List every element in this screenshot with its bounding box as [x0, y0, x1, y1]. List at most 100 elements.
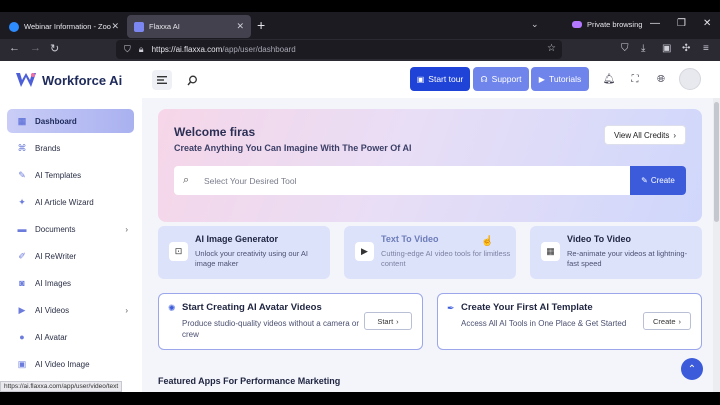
close-tab-icon[interactable]: ✕	[236, 21, 244, 32]
view-all-credits-button[interactable]: View All Credits ›	[604, 125, 686, 145]
bell-icon[interactable]: 🔔︎	[601, 71, 617, 87]
featured-apps-heading: Featured Apps For Performance Marketing	[158, 376, 341, 386]
start-button[interactable]: Start ›	[364, 312, 412, 330]
tool-card-title: Video To Video	[567, 234, 632, 244]
address-bar[interactable]: ⛉ 🔒︎ https://ai.flaxxa.com/app/user/dash…	[116, 40, 562, 59]
sidebar-item-dashboard[interactable]: ▦ Dashboard	[7, 109, 134, 133]
sidebar-item-ai-templates[interactable]: ✎ AI Templates	[7, 163, 134, 187]
new-tab-icon[interactable]: +	[257, 17, 265, 33]
extensions-icon[interactable]: ✣	[682, 43, 690, 54]
tab-zoom[interactable]: Webinar Information - Zoom ✕	[2, 15, 126, 38]
close-tab-icon[interactable]: ✕	[111, 21, 119, 32]
tool-search-input[interactable]	[204, 166, 624, 195]
page-scrollbar[interactable]	[713, 98, 720, 405]
zoom-favicon-icon	[9, 21, 19, 32]
brand-name: Workforce Ai	[42, 72, 123, 88]
fullscreen-icon[interactable]: ⛶	[627, 71, 643, 87]
sidebar-item-ai-images[interactable]: ◙ AI Images	[7, 271, 134, 295]
brands-icon: ⌘	[17, 142, 27, 153]
back-icon[interactable]: ←	[9, 42, 20, 54]
start-tour-button[interactable]: ▣ Start tour	[410, 67, 470, 91]
sidebar-item-ai-avatar[interactable]: ● AI Avatar	[7, 325, 134, 349]
tool-card-ai-image-generator[interactable]: ⊡ AI Image Generator Unlock your creativ…	[158, 226, 330, 279]
sidebar-item-ai-video-image[interactable]: ▣ AI Video Image	[7, 352, 134, 376]
action-card-desc: Produce studio-quality videos without a …	[182, 319, 359, 339]
tab-title: Flaxxa AI	[149, 22, 180, 31]
app-page: Workforce Ai ▣ Start tour ☊ Support ▶ Tu…	[0, 61, 720, 405]
download-icon[interactable]: ⤓	[641, 43, 645, 54]
pocket-icon[interactable]: ⛉	[621, 43, 629, 54]
tool-card-video-to-video[interactable]: ▦ Video To Video Re-animate your videos …	[530, 226, 702, 279]
avatar-icon: ●	[19, 332, 25, 342]
chevron-right-icon: ›	[125, 224, 128, 234]
tool-card-title: AI Image Generator	[195, 234, 279, 244]
sidebar-item-ai-rewriter[interactable]: ✐ AI ReWriter	[7, 244, 134, 268]
minimize-icon[interactable]: —	[650, 18, 660, 29]
action-card-desc: Access All AI Tools in One Place & Get S…	[461, 319, 627, 328]
tutorials-button[interactable]: ▶ Tutorials	[531, 67, 589, 91]
sidebar-item-ai-article-wizard[interactable]: ✦ AI Article Wizard	[7, 190, 134, 214]
avatar[interactable]	[679, 68, 701, 90]
start-label: Start	[377, 316, 394, 326]
sidebar-item-ai-videos[interactable]: ▶ AI Videos ›	[7, 298, 134, 322]
welcome-banner: Welcome firas Create Anything You Can Im…	[158, 109, 702, 222]
screenshot-icon[interactable]: ▣	[662, 43, 671, 54]
tool-card-desc: Cutting-edge AI video tools for limitles…	[381, 249, 511, 268]
sidebar-item-brands[interactable]: ⌘ Brands	[7, 136, 134, 160]
screen-top-border	[0, 0, 720, 12]
hamburger-icon	[157, 76, 167, 84]
reload-icon[interactable]: ↻	[50, 42, 59, 55]
sidebar-item-label: Dashboard	[35, 116, 77, 126]
avatar-star-icon: ✺	[168, 303, 176, 313]
sidebar-item-label: AI Videos	[35, 305, 70, 315]
chevron-right-icon: ›	[125, 305, 128, 315]
browser-nav-bar: ← → ↻ ⛉ 🔒︎ https://ai.flaxxa.com/app/use…	[0, 39, 720, 61]
private-mask-icon	[572, 21, 582, 28]
support-label: Support	[491, 74, 522, 84]
flaxxa-favicon-icon	[134, 21, 144, 32]
bookmark-star-icon[interactable]: ☆	[547, 43, 556, 54]
ai-template-card: ✒ Create Your First AI Template Access A…	[437, 293, 702, 350]
sidebar-item-label: AI ReWriter	[35, 251, 77, 261]
sidebar-item-label: AI Video Image	[35, 359, 90, 369]
scrollbar-thumb[interactable]	[714, 102, 719, 222]
search-icon	[186, 75, 197, 85]
private-browsing-indicator: Private browsing	[572, 20, 642, 29]
sidebar-item-label: AI Templates	[35, 170, 82, 180]
view-all-credits-label: View All Credits	[613, 130, 670, 140]
maximize-icon[interactable]: ❐	[677, 18, 686, 29]
close-window-icon[interactable]: ✕	[703, 18, 711, 29]
search-icon: ⌕	[183, 174, 190, 186]
mouse-pointer-icon: ☝	[481, 236, 494, 247]
create-button[interactable]: ✎ Create	[630, 166, 686, 195]
sidebar-item-documents[interactable]: ▬ Documents ›	[7, 217, 134, 241]
double-chevron-up-icon: ⌃	[687, 363, 697, 375]
sidebar: ▦ Dashboard ⌘ Brands ✎ AI Templates ✦ AI…	[0, 98, 142, 405]
rewriter-icon: ✐	[18, 250, 26, 261]
header-search-button[interactable]	[182, 70, 202, 90]
chevron-down-icon[interactable]: ⌄	[531, 19, 539, 30]
shield-icon[interactable]: ⛉	[124, 44, 131, 55]
lock-icon[interactable]: 🔒︎	[139, 44, 144, 55]
tool-search-bar: ⌕ ✎ Create	[174, 166, 686, 195]
tool-card-title: Text To Video	[381, 234, 439, 244]
tool-card-text-to-video[interactable]: ▶ Text To Video Cutting-edge AI video to…	[344, 226, 516, 279]
scroll-to-top-button[interactable]: ⌃	[681, 358, 703, 380]
create-template-button[interactable]: Create ›	[643, 312, 691, 330]
play-icon: ▶	[538, 74, 545, 84]
film-icon: ▦	[541, 242, 560, 261]
browser-tab-bar: Webinar Information - Zoom ✕ Flaxxa AI ✕…	[0, 12, 720, 39]
app-header: Workforce Ai ▣ Start tour ☊ Support ▶ Tu…	[0, 61, 720, 98]
menu-icon[interactable]: ≡	[703, 43, 709, 54]
forward-icon[interactable]: →	[30, 42, 41, 54]
globe-icon[interactable]: 🌐︎	[653, 71, 669, 87]
tool-card-desc: Unlock your creativity using our AI imag…	[195, 249, 308, 268]
brand-logo[interactable]: Workforce Ai	[14, 70, 122, 90]
url-text: https://ai.flaxxa.com/app/user/dashboard	[151, 45, 296, 54]
status-bar-url: https://ai.flaxxa.com/app/user/video/tex…	[0, 381, 123, 392]
tool-card-desc: Re-animate your videos at lightning-fast…	[567, 249, 688, 268]
hamburger-menu-button[interactable]	[152, 70, 172, 90]
welcome-subtitle: Create Anything You Can Imagine With The…	[174, 143, 412, 153]
tab-flaxxa[interactable]: Flaxxa AI ✕	[127, 15, 251, 38]
support-button[interactable]: ☊ Support	[473, 67, 529, 91]
